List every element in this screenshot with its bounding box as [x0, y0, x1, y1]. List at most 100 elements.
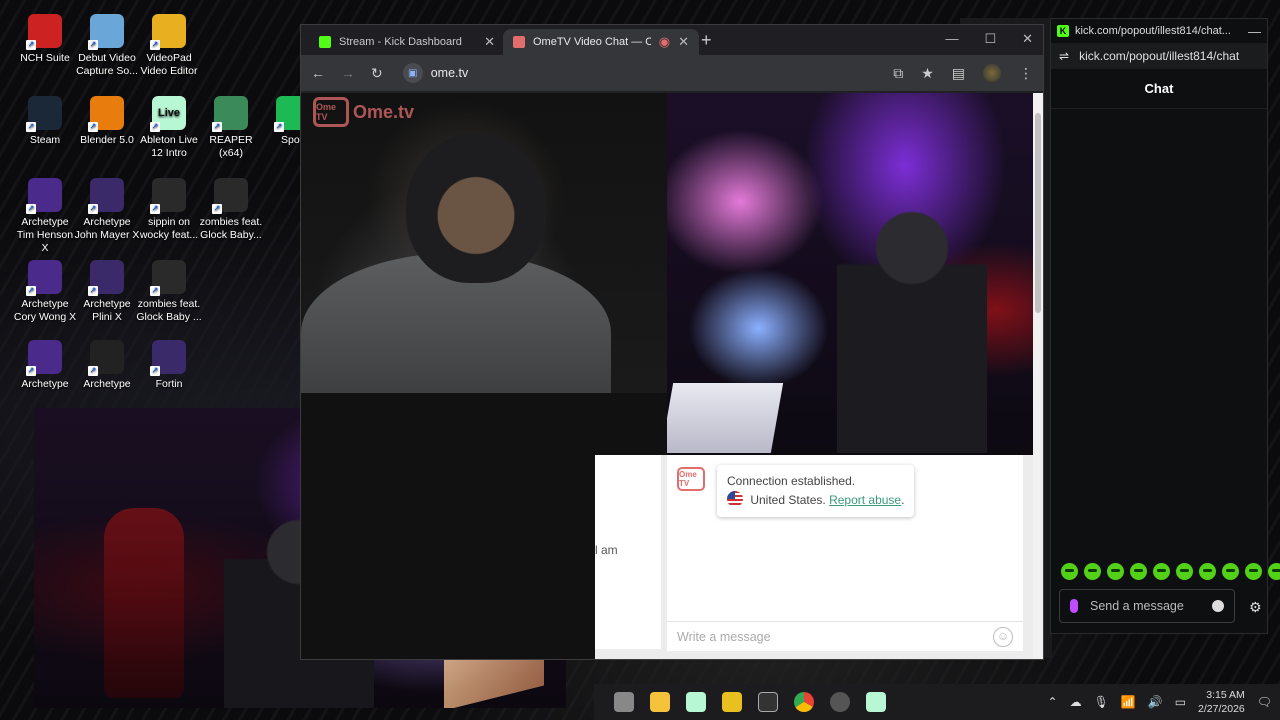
desktop-icon[interactable]: ↗ Fortin: [136, 340, 202, 391]
site-info-icon[interactable]: ▣: [402, 63, 423, 83]
minimize-button[interactable]: —: [1248, 24, 1261, 39]
desktop-icon-label: VideoPad Video Editor: [140, 52, 198, 77]
onedrive-icon[interactable]: ☁: [1070, 695, 1082, 709]
install-app-icon[interactable]: ⧉: [893, 65, 903, 82]
microphone-icon[interactable]: 🎙: [1094, 695, 1109, 709]
shortcut-arrow-icon: ↗: [150, 286, 160, 296]
message-input[interactable]: Write a message ☺: [667, 621, 1023, 651]
page-scrollbar[interactable]: [1033, 93, 1043, 659]
report-abuse-link[interactable]: Report abuse: [829, 493, 901, 507]
chat-left-panel: l am: [595, 455, 661, 649]
address-bar[interactable]: ▣ ome.tv: [402, 63, 468, 83]
app-icon: ↗: [88, 340, 124, 376]
file-explorer-icon[interactable]: [650, 692, 670, 712]
taskbar: ⌃ ☁ 🎙 📶 🔊 ▭ 3:15 AM 2/27/2026 🗨: [594, 684, 1280, 720]
desktop-icon-label: Archetype John Mayer X: [74, 216, 140, 241]
emote-icon[interactable]: [1153, 563, 1170, 580]
app-icon: ↗: [88, 14, 124, 50]
emote-icon[interactable]: [1199, 563, 1216, 580]
desktop-icon[interactable]: ↗ Blender 5.0: [74, 96, 140, 147]
app-icon[interactable]: [758, 692, 778, 712]
ableton-icon[interactable]: [686, 692, 706, 712]
menu-icon[interactable]: ⋮: [1019, 65, 1033, 82]
close-window-button[interactable]: ✕: [1022, 31, 1033, 47]
emote-icon[interactable]: [1222, 563, 1239, 580]
new-tab-button[interactable]: +: [701, 30, 712, 51]
shortcut-arrow-icon: ↗: [212, 122, 222, 132]
shortcut-arrow-icon: ↗: [26, 204, 36, 214]
shortcut-arrow-icon: ↗: [150, 366, 160, 376]
emote-icon[interactable]: [1084, 563, 1101, 580]
kick-logo-icon: K: [1057, 25, 1069, 37]
desktop-icon[interactable]: ↗ Archetype John Mayer X: [74, 178, 140, 242]
profile-avatar[interactable]: [983, 64, 1001, 82]
app-icon: ↗: [212, 178, 248, 214]
tab-ometv[interactable]: OmeTV Video Chat — Ome ◉ ✕: [503, 29, 699, 55]
desktop-icon-label: Archetype Tim Henson X: [16, 216, 74, 254]
back-icon[interactable]: ←: [311, 65, 325, 81]
stranger: [837, 203, 987, 453]
scrollbar-thumb[interactable]: [1035, 113, 1041, 313]
close-tab-icon[interactable]: ✕: [678, 34, 689, 50]
wifi-icon[interactable]: 📶: [1121, 695, 1136, 709]
ableton-live-icon[interactable]: [866, 692, 886, 712]
desktop-icon-label: Ableton Live 12 Intro: [140, 134, 198, 159]
desktop-icon[interactable]: ↗ Debut Video Capture So...: [74, 14, 140, 78]
emote-bar: [1061, 563, 1280, 580]
task-view-icon[interactable]: [614, 692, 634, 712]
shortcut-arrow-icon: ↗: [274, 122, 284, 132]
emoji-icon[interactable]: ☺: [993, 627, 1013, 647]
clock-time: 3:15 AM: [1206, 689, 1245, 701]
tab-strip: Stream - Kick Dashboard ✕ OmeTV Video Ch…: [301, 25, 1043, 55]
chevron-up-icon[interactable]: ⌃: [1048, 695, 1058, 709]
volume-icon[interactable]: 🔊: [1148, 695, 1163, 709]
popout-title: kick.com/popout/illest814/chat...: [1075, 25, 1231, 37]
forward-icon[interactable]: →: [341, 65, 355, 81]
battery-icon[interactable]: ▭: [1175, 695, 1186, 709]
kick-chat-popout: K kick.com/popout/illest814/chat... — ⇌ …: [1050, 18, 1280, 634]
maximize-button[interactable]: ☐: [984, 31, 996, 47]
desktop-icon[interactable]: ↗ Archetype: [12, 340, 78, 391]
reload-icon[interactable]: ↻: [371, 65, 383, 82]
desktop-icon[interactable]: ↗ REAPER (x64): [198, 96, 264, 160]
app-icon: ↗: [150, 260, 186, 296]
desktop-icon-label: Archetype Plini X: [83, 298, 131, 323]
desktop-icon[interactable]: ↗ Archetype Plini X: [74, 260, 140, 324]
desktop-icon[interactable]: ↗ sippin on wocky feat...: [136, 178, 202, 242]
microphone-icon[interactable]: [1070, 599, 1078, 613]
chrome-icon[interactable]: [794, 692, 814, 712]
app-icon: ↗: [26, 14, 62, 50]
emote-icon[interactable]: [1061, 563, 1078, 580]
minimize-button[interactable]: —: [945, 31, 958, 47]
desktop-icon[interactable]: ↗ Archetype Cory Wong X: [12, 260, 78, 324]
desktop-icon[interactable]: ↗ Steam: [12, 96, 78, 147]
desktop-icon[interactable]: ↗ VideoPad Video Editor: [136, 14, 202, 78]
emote-icon[interactable]: [1268, 563, 1280, 580]
desktop-icon[interactable]: Live ↗ Ableton Live 12 Intro: [136, 96, 202, 160]
sticky-app-icon[interactable]: [722, 692, 742, 712]
site-settings-icon[interactable]: ⇌: [1059, 49, 1069, 63]
notifications-icon[interactable]: 🗨: [1257, 695, 1272, 709]
side-panel-icon[interactable]: ▤: [952, 65, 965, 82]
desktop-icon[interactable]: ↗ zombies feat. Glock Baby ...: [136, 260, 202, 324]
send-message-input[interactable]: Send a message: [1059, 589, 1235, 623]
desktop-icon[interactable]: ↗ Archetype Tim Henson X: [12, 178, 78, 255]
desktop-icon[interactable]: ↗ Archetype: [74, 340, 140, 391]
window-controls: — ☐ ✕: [945, 31, 1033, 47]
tab-kick-dashboard[interactable]: Stream - Kick Dashboard ✕: [309, 29, 505, 55]
app-icon: ↗: [88, 178, 124, 214]
emote-icon[interactable]: [1176, 563, 1193, 580]
close-tab-icon[interactable]: ✕: [484, 34, 495, 50]
clock[interactable]: 3:15 AM 2/27/2026: [1198, 688, 1245, 716]
shortcut-arrow-icon: ↗: [212, 204, 222, 214]
emote-icon[interactable]: [1245, 563, 1262, 580]
emote-icon[interactable]: [1107, 563, 1124, 580]
chat-settings-gear-icon[interactable]: ⚙: [1249, 599, 1262, 616]
emote-icon[interactable]: [1130, 563, 1147, 580]
shortcut-arrow-icon: ↗: [150, 122, 160, 132]
obs-icon[interactable]: [830, 692, 850, 712]
desktop-icon[interactable]: ↗ zombies feat. Glock Baby...: [198, 178, 264, 242]
desktop-icon[interactable]: ↗ NCH Suite: [12, 14, 78, 65]
bookmark-star-icon[interactable]: ★: [921, 65, 934, 82]
emoji-picker-icon[interactable]: [1212, 600, 1224, 612]
